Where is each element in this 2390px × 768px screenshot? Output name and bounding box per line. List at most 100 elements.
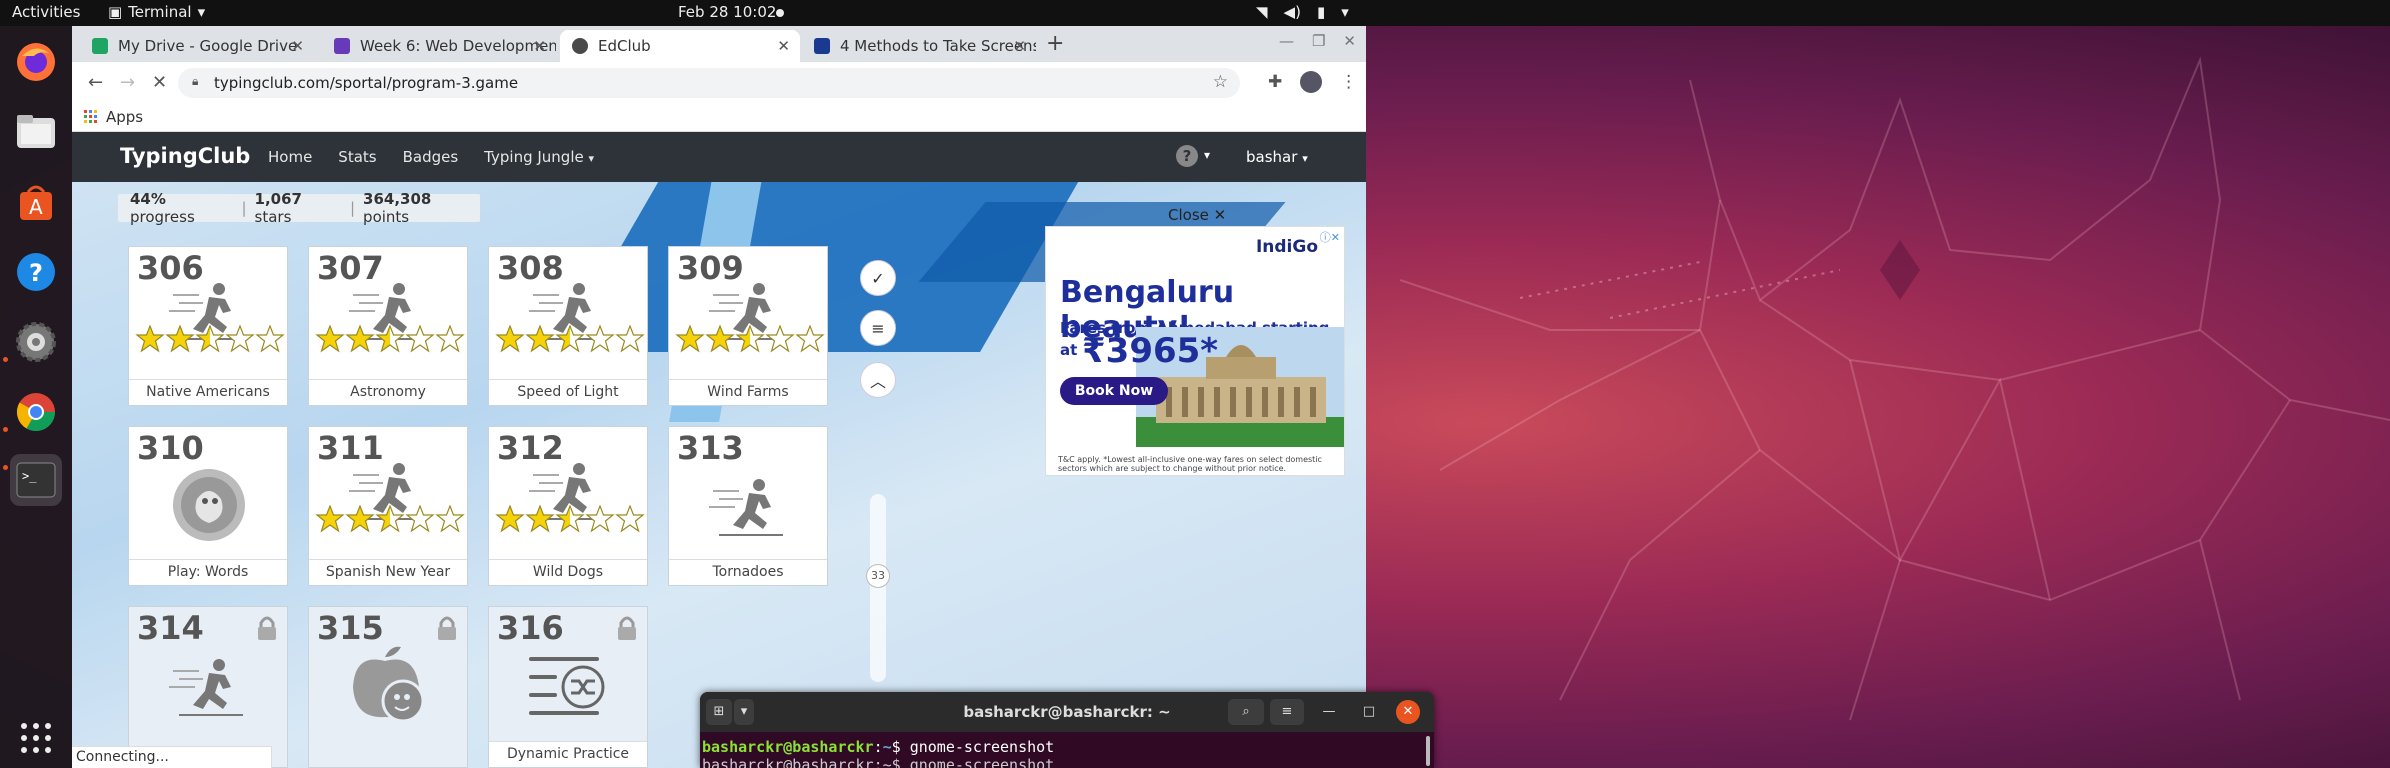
nav-stats[interactable]: Stats bbox=[338, 148, 376, 166]
maximize-icon[interactable]: ❐ bbox=[1312, 32, 1325, 50]
star-icon bbox=[525, 324, 555, 357]
minimize-icon[interactable]: — bbox=[1316, 699, 1342, 725]
bookmarks-bar: Apps bbox=[72, 104, 1366, 132]
lesson-title: Tornadoes bbox=[669, 559, 827, 585]
lesson-card-307[interactable]: 307 Astronomy bbox=[308, 246, 468, 406]
show-applications-icon[interactable] bbox=[10, 712, 62, 764]
chevron-up-icon[interactable]: ︿ bbox=[860, 362, 896, 398]
lesson-card-315[interactable]: 315 bbox=[308, 606, 468, 768]
url-text: typingclub.com/sportal/program-3.game bbox=[214, 74, 519, 92]
close-icon[interactable]: ✕ bbox=[1013, 37, 1026, 55]
system-tray[interactable]: ◥ ◀) ▮ ▾ bbox=[1256, 3, 1349, 21]
terminal-dock-icon[interactable]: >_ bbox=[10, 454, 62, 506]
profile-avatar[interactable] bbox=[1300, 71, 1323, 93]
close-icon[interactable]: ✕ bbox=[1396, 700, 1420, 724]
wifi-icon: ◥ bbox=[1256, 3, 1268, 21]
star-rating bbox=[315, 324, 465, 357]
back-icon[interactable]: ← bbox=[88, 72, 103, 93]
lesson-number: 313 bbox=[677, 429, 744, 467]
svg-text:A: A bbox=[29, 195, 43, 219]
tab-week-6[interactable]: Week 6: Web Development ✕ bbox=[322, 30, 556, 62]
terminal-line[interactable]: basharckr@basharckr:~$ gnome-screenshot bbox=[702, 738, 1054, 756]
tab-edclub[interactable]: EdClub ✕ bbox=[560, 30, 800, 62]
terminal-icon: ▣ bbox=[108, 3, 123, 21]
progress-summary: 44% progress | 1,067 stars | 364,308 poi… bbox=[118, 190, 480, 226]
forward-icon[interactable]: → bbox=[120, 72, 135, 93]
prompt-path: ~ bbox=[882, 738, 892, 756]
close-icon[interactable]: ✕ bbox=[777, 37, 790, 55]
star-icon bbox=[315, 504, 345, 537]
lesson-card-310[interactable]: 310 Play: Words bbox=[128, 426, 288, 586]
chevron-down-icon: ▾ bbox=[197, 3, 206, 21]
ad-close-button[interactable]: Close ✕ bbox=[1168, 206, 1226, 224]
extensions-icon[interactable]: ✚ bbox=[1268, 72, 1282, 92]
check-icon[interactable]: ✓ bbox=[860, 260, 896, 296]
tab-label: EdClub bbox=[598, 37, 651, 55]
star-icon bbox=[345, 324, 375, 357]
lesson-card-312[interactable]: 312 Wild Dogs bbox=[488, 426, 648, 586]
nav-badges[interactable]: Badges bbox=[403, 148, 459, 166]
close-icon[interactable]: ✕ bbox=[1343, 32, 1356, 50]
star-icon bbox=[585, 324, 615, 357]
lesson-card-311[interactable]: 311 Spanish New Year bbox=[308, 426, 468, 586]
firefox-icon[interactable] bbox=[10, 36, 62, 88]
chrome-icon[interactable] bbox=[10, 386, 62, 438]
tab-google-drive[interactable]: My Drive - Google Drive ✕ bbox=[80, 30, 314, 62]
menu-kebab-icon[interactable]: ⋮ bbox=[1340, 72, 1357, 92]
maximize-icon[interactable]: □ bbox=[1356, 699, 1382, 725]
star-icon bbox=[375, 504, 405, 537]
help-icon[interactable]: ? bbox=[10, 246, 62, 298]
star-icon bbox=[405, 324, 435, 357]
lesson-card-314[interactable]: 314 bbox=[128, 606, 288, 768]
lesson-card-309[interactable]: 309 Wind Farms bbox=[668, 246, 828, 406]
software-center-icon[interactable]: A bbox=[10, 176, 62, 228]
slider-knob[interactable]: 33 bbox=[866, 564, 890, 588]
user-menu[interactable]: bashar ▾ bbox=[1246, 148, 1308, 166]
star-icon bbox=[375, 324, 405, 357]
indigo-ad[interactable]: ⓘ✕ IndiGo Bengaluru beauty! Fares from A… bbox=[1045, 226, 1345, 476]
clock[interactable]: Feb 28 10:02 bbox=[678, 3, 776, 21]
game-icon bbox=[169, 465, 249, 545]
lesson-card-313[interactable]: 313 Tornadoes bbox=[668, 426, 828, 586]
address-bar[interactable]: 🔒︎ typingclub.com/sportal/program-3.game… bbox=[178, 68, 1240, 98]
lesson-card-316[interactable]: 316 Dynamic Practice bbox=[488, 606, 648, 768]
ad-book-now-button[interactable]: Book Now bbox=[1060, 377, 1168, 405]
minimize-icon[interactable]: — bbox=[1279, 32, 1294, 50]
files-icon[interactable] bbox=[10, 106, 62, 158]
apps-bookmark[interactable]: Apps bbox=[84, 108, 143, 126]
app-menu[interactable]: ▣ Terminal ▾ bbox=[108, 3, 205, 21]
lock-icon: 🔒︎ bbox=[192, 74, 199, 88]
nav-typing-jungle[interactable]: Typing Jungle ▾ bbox=[484, 148, 594, 166]
stop-icon[interactable]: ✕ bbox=[152, 72, 167, 93]
close-icon[interactable]: ✕ bbox=[291, 37, 304, 55]
points-count: 364,308 points bbox=[363, 190, 432, 226]
lesson-card-306[interactable]: 306 Native Americans bbox=[128, 246, 288, 406]
site-logo[interactable]: TypingClub bbox=[120, 144, 250, 168]
nav-typing-jungle-label: Typing Jungle bbox=[484, 148, 584, 166]
lesson-number: 315 bbox=[317, 609, 384, 647]
search-icon[interactable]: ⌕ bbox=[1228, 699, 1264, 725]
activities-button[interactable]: Activities bbox=[12, 3, 80, 21]
list-icon[interactable]: ≡ bbox=[860, 310, 896, 346]
star-icon bbox=[555, 504, 585, 537]
lesson-scroll-slider[interactable]: 33 bbox=[866, 494, 890, 682]
lesson-card-308[interactable]: 308 Speed of Light bbox=[488, 246, 648, 406]
terminal-scrollbar[interactable] bbox=[1426, 736, 1430, 766]
article-icon bbox=[814, 38, 830, 54]
bookmark-star-icon[interactable]: ☆ bbox=[1213, 72, 1228, 92]
close-icon[interactable]: ✕ bbox=[533, 37, 546, 55]
terminal-line[interactable]: basharckr@basharckr:~$ gnome-screenshot bbox=[702, 756, 1054, 768]
chevron-down-icon[interactable]: ▾ bbox=[1204, 148, 1210, 162]
ad-choices-icon[interactable]: ⓘ✕ bbox=[1320, 229, 1340, 245]
apple-icon bbox=[345, 643, 429, 727]
hamburger-menu-icon[interactable]: ≡ bbox=[1270, 699, 1304, 725]
new-tab-icon[interactable]: + bbox=[1046, 31, 1064, 56]
lesson-number: 314 bbox=[137, 609, 204, 647]
star-icon bbox=[165, 324, 195, 357]
ad-price: ₹3965* bbox=[1082, 331, 1219, 371]
nav-home[interactable]: Home bbox=[268, 148, 312, 166]
help-icon[interactable]: ? bbox=[1176, 145, 1198, 167]
tab-label: Week 6: Web Development bbox=[360, 37, 556, 55]
tab-screenshots[interactable]: 4 Methods to Take Screenshots ✕ bbox=[802, 30, 1036, 62]
settings-icon[interactable] bbox=[10, 316, 62, 368]
